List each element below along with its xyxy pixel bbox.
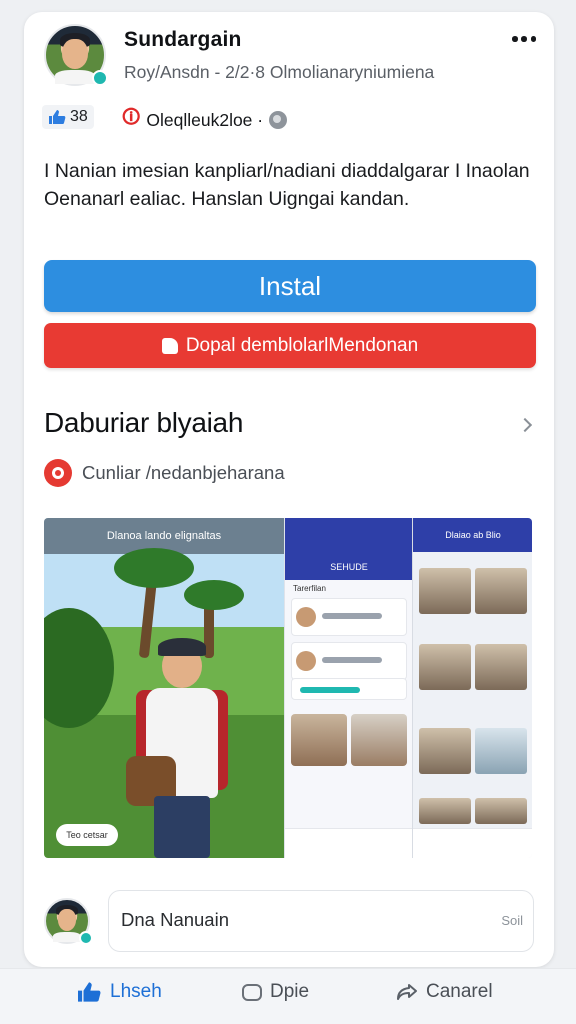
section-title[interactable]: Daburiar blyaiah <box>44 407 243 439</box>
like-button[interactable]: Lhseh <box>76 981 162 1003</box>
post-card: Sundargain Roy/Ansdn - 2/2·8 Olmolianary… <box>24 12 554 967</box>
screenshot-3-tile <box>475 644 527 690</box>
list-item <box>291 678 407 700</box>
online-status-icon <box>79 931 93 945</box>
app-name[interactable]: Sundargain <box>124 28 242 52</box>
screenshot-3-nav <box>413 828 532 858</box>
hand-icon <box>161 337 178 354</box>
bush <box>44 608 114 728</box>
post-body: I Nanian imesian kanpliarl/nadiani diadd… <box>44 160 530 210</box>
user-avatar[interactable] <box>44 898 93 945</box>
install-button[interactable]: Instal <box>44 260 536 312</box>
like-count-chip[interactable]: 38 <box>42 105 94 129</box>
secondary-action-label: Dopal demblolarlMendonan <box>185 334 419 356</box>
screenshot-3-tile <box>419 568 471 614</box>
palm-leaves <box>114 548 194 588</box>
chevron-right-icon[interactable] <box>517 417 533 433</box>
post-subtitle: Roy/Ansdn - 2/2·8 Olmolianaryniumiena <box>124 62 435 82</box>
screenshot-3-header: Dlaiao ab Blio <box>413 518 532 552</box>
more-icon[interactable] <box>512 36 536 44</box>
screenshot-1-pill: Teo cetsar <box>56 824 118 846</box>
developer-text: Cunliar /nedanbjeharana <box>82 462 285 483</box>
screenshot-3-tile <box>475 798 527 824</box>
palm-leaves <box>184 580 244 610</box>
screenshot-3-tile <box>419 798 471 824</box>
screenshot-1[interactable]: Dlanoa lando elignaltas Teo cetsar <box>44 518 284 858</box>
likes-count: 38 <box>70 108 88 125</box>
screenshot-3-tile <box>475 568 527 614</box>
screenshot-2[interactable]: SEHUDE Tarerfilan <box>284 518 413 858</box>
like-label: Lhseh <box>110 981 162 1002</box>
screenshot-2-nav <box>285 828 413 858</box>
screenshot-gallery[interactable]: Dlanoa lando elignaltas Teo cetsar SEHUD… <box>44 518 532 858</box>
share-button[interactable]: Canarel <box>396 981 493 1003</box>
app-avatar[interactable] <box>44 24 108 86</box>
screenshot-3-tile <box>475 728 527 774</box>
developer-row[interactable]: Cunliar /nedanbjeharana <box>44 459 285 487</box>
screenshot-2-image <box>291 714 347 766</box>
screenshot-3-tile <box>419 728 471 774</box>
comment-button[interactable]: Dpie <box>242 981 309 1003</box>
share-label: Canarel <box>426 981 493 1002</box>
person-figure <box>126 638 228 858</box>
avatar-face <box>62 38 88 69</box>
thumbs-up-icon <box>78 982 101 1002</box>
comment-label: Dpie <box>270 981 310 1002</box>
list-item <box>291 598 407 636</box>
developer-icon <box>44 459 72 487</box>
screenshot-2-subheader: Tarerfilan <box>293 584 326 593</box>
avatar-shirt <box>55 70 95 84</box>
screenshot-2-header: SEHUDE <box>285 518 413 580</box>
online-status-icon <box>92 70 108 86</box>
share-icon <box>397 984 417 1000</box>
comment-input[interactable]: Dna Nanuain Soil <box>108 890 534 952</box>
pin-icon: 🛈 <box>122 107 141 127</box>
meta-text: Oleqlleuk2loe · <box>146 109 264 130</box>
comment-icon <box>242 983 262 1001</box>
thumbs-up-icon <box>49 110 66 124</box>
secondary-action-button[interactable]: Dopal demblolarlMendonan <box>44 323 536 368</box>
comment-placeholder: Dna Nanuain <box>121 909 229 930</box>
post-meta: 🛈 Oleqlleuk2loe · <box>122 105 288 135</box>
screenshot-3[interactable]: Dlaiao ab Blio <box>412 518 532 858</box>
comment-send-button[interactable]: Soil <box>501 913 523 928</box>
list-item <box>291 642 407 680</box>
screenshot-3-tile <box>419 644 471 690</box>
globe-icon <box>269 111 288 129</box>
screenshot-2-image <box>351 714 407 766</box>
bottom-action-bar: Lhseh Dpie Canarel <box>0 968 576 1024</box>
